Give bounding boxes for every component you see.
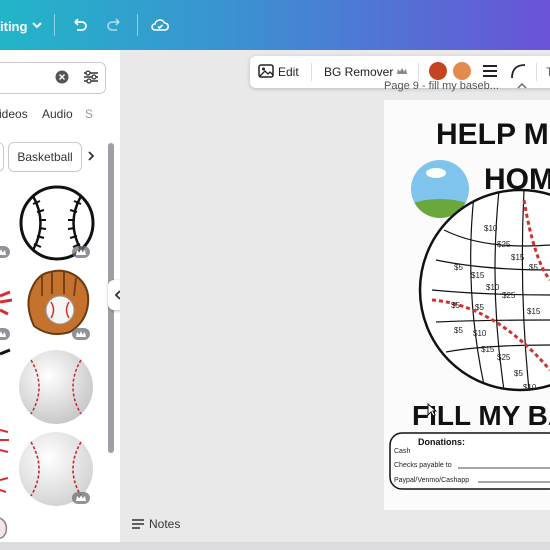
amount-label: $10 [486, 283, 500, 292]
donation-line: Checks payable to [394, 462, 452, 469]
amount-label: $10 [473, 329, 487, 338]
cloud-sync-icon[interactable] [150, 16, 170, 34]
crown-icon [72, 246, 90, 258]
divider [536, 63, 537, 81]
baseball-bat-partial-thumbnail[interactable] [0, 346, 12, 366]
amount-label: $25 [502, 291, 516, 300]
redo-icon[interactable] [106, 16, 124, 34]
chevron-down-icon[interactable] [30, 18, 44, 32]
crown-icon [397, 68, 407, 74]
baseball-hand-partial-thumbnail[interactable] [0, 512, 14, 540]
chevron-up-icon[interactable] [517, 81, 527, 89]
amount-label: $5 [454, 263, 463, 272]
amount-label: $5 [475, 303, 484, 312]
divider [54, 14, 55, 36]
clear-search-icon[interactable] [55, 70, 69, 84]
amount-label: $15 [527, 307, 541, 316]
divider [137, 14, 138, 36]
undo-icon[interactable] [70, 16, 88, 34]
donation-line: Cash [394, 448, 410, 455]
baseball-partial-red-thumbnail[interactable] [0, 420, 14, 500]
page-title[interactable]: Page 9 - fill my baseb... [384, 80, 499, 92]
corner-rounding-icon[interactable] [510, 63, 526, 79]
color-swatch-secondary[interactable] [453, 62, 471, 80]
tab-videos[interactable]: ideos [0, 107, 28, 121]
amount-label: $15 [511, 253, 525, 262]
amount-label: $15 [481, 345, 495, 354]
donation-line: Paypal/Venmo/Cashapp [394, 477, 469, 484]
amount-label: $25 [497, 240, 511, 249]
edit-button[interactable]: Edit [278, 65, 299, 79]
amount-label: $5 [529, 263, 538, 272]
amount-label: $5 [514, 369, 523, 378]
bg-remover-button[interactable]: BG Remover [324, 65, 393, 79]
donations-label: Donations: [418, 437, 465, 447]
status-bar [0, 542, 550, 550]
headline-line-1: HELP M [436, 118, 549, 151]
filter-chip[interactable] [0, 142, 4, 172]
editing-mode-label[interactable]: iting [0, 19, 27, 34]
tab-more[interactable]: S [85, 107, 93, 121]
image-edit-icon[interactable] [258, 63, 274, 79]
baseball-graphic[interactable] [418, 188, 550, 392]
poster-artwork: HELP M HOM $10 $25 $5 $15 $5 $10 $15 $25… [389, 118, 550, 490]
top-bar: iting [0, 0, 550, 50]
amount-label: $25 [497, 353, 511, 362]
chevron-right-icon[interactable] [86, 150, 96, 162]
more-options-partial[interactable]: T [546, 65, 550, 79]
amount-label: $10 [484, 224, 498, 233]
mouse-cursor [427, 403, 437, 417]
filter-icon[interactable] [83, 69, 99, 85]
color-swatch-primary[interactable] [429, 62, 447, 80]
amount-label: $5 [454, 326, 463, 335]
crown-icon [72, 492, 90, 504]
amount-label: $15 [471, 271, 485, 280]
filter-chip-basketball[interactable]: Basketball [8, 142, 82, 172]
border-style-icon[interactable] [482, 64, 498, 78]
divider [311, 63, 312, 81]
amount-label: $10 [523, 383, 537, 392]
notes-icon[interactable] [131, 518, 145, 530]
amount-label: $5 [451, 301, 460, 310]
notes-button[interactable]: Notes [149, 517, 180, 531]
divider [418, 63, 419, 81]
tab-audio[interactable]: Audio [42, 107, 73, 121]
baseball-ball-realistic-thumbnail[interactable] [17, 348, 95, 426]
crown-icon [72, 328, 90, 340]
baseball-stitch-partial-thumbnail[interactable] [0, 286, 14, 326]
